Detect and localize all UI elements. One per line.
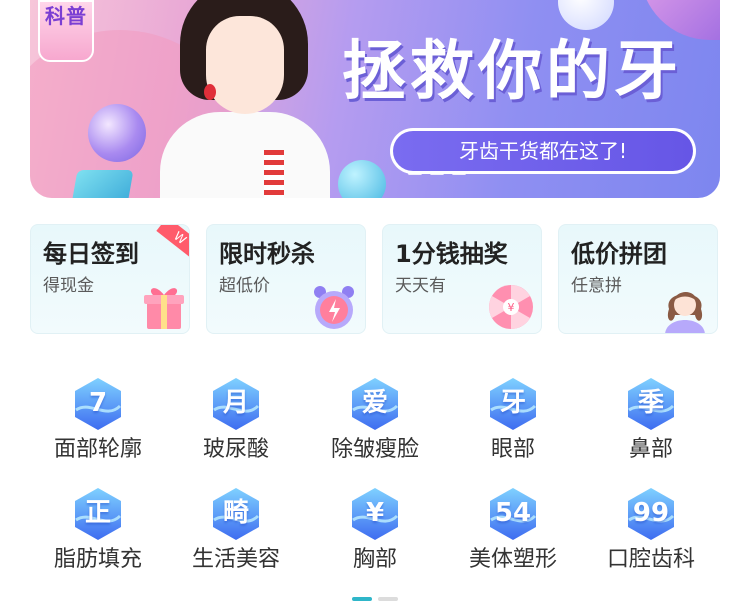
person-icon <box>665 292 705 333</box>
promo-subtitle: 得现金 <box>43 276 94 296</box>
category-icon-glyph: 爱 <box>361 388 388 418</box>
promo-subtitle: 任意拼 <box>571 276 622 296</box>
category-icon-glyph: 月 <box>222 388 249 418</box>
category-icon-glyph: 畸 <box>222 498 249 528</box>
banner-subtitle-pill[interactable]: 牙齿干货都在这了! <box>390 128 696 174</box>
category-dental[interactable]: 99 口腔齿科 <box>586 486 716 586</box>
category-life-beauty[interactable]: 畸 生活美容 <box>171 486 301 586</box>
category-label: 面部轮廓 <box>53 437 142 462</box>
category-eyes[interactable]: 牙 眼部 <box>448 376 578 476</box>
category-icon-glyph: 54 <box>494 498 532 528</box>
banner-dot <box>452 172 466 175</box>
category-icon-glyph: 99 <box>632 498 670 528</box>
banner-title: 拯救你的牙 <box>342 35 682 109</box>
category-body-shaping[interactable]: 54 美体塑形 <box>448 486 578 586</box>
new-corner-tag: W <box>156 225 189 260</box>
banner-model-earring <box>204 84 216 100</box>
tooth-icon <box>558 0 614 30</box>
promo-banner[interactable]: 科普 拯救你的牙 牙齿干货都在这了! <box>30 0 720 198</box>
category-label: 美体塑形 <box>468 547 557 572</box>
promo-subtitle: 超低价 <box>219 276 270 296</box>
category-label: 生活美容 <box>191 547 280 572</box>
promo-title: 限时秒杀 <box>219 240 315 268</box>
category-label: 眼部 <box>490 437 535 462</box>
promo-title: 每日签到 <box>43 240 139 268</box>
page-dot-active <box>352 597 372 601</box>
category-page-indicator <box>352 597 398 601</box>
category-icon-glyph: 7 <box>88 388 108 418</box>
kepu-badge: 科普 <box>38 0 94 62</box>
category-chest[interactable]: ¥ 胸部 <box>310 486 440 586</box>
promo-subtitle: 天天有 <box>395 276 446 296</box>
category-wrinkle-slim[interactable]: 爱 除皱瘦脸 <box>310 376 440 476</box>
category-hyaluronic[interactable]: 月 玻尿酸 <box>171 376 301 476</box>
category-label: 脂肪填充 <box>53 547 142 572</box>
category-icon-glyph: ¥ <box>365 498 385 528</box>
promo-card-flash-sale[interactable]: 限时秒杀 超低价 <box>206 224 366 334</box>
category-label: 玻尿酸 <box>202 437 269 462</box>
promo-card-lottery[interactable]: 1分钱抽奖 天天有 ¥ <box>382 224 542 334</box>
banner-decor-sphere <box>88 104 146 162</box>
kepu-badge-text: 科普 <box>45 4 87 28</box>
promo-card-checkin[interactable]: 每日签到 得现金 W <box>30 224 190 334</box>
category-label: 口腔齿科 <box>606 547 695 572</box>
gift-icon <box>144 288 184 329</box>
banner-decor-ball <box>338 160 386 198</box>
category-icon-glyph: 牙 <box>499 388 526 418</box>
banner-dot <box>430 172 444 175</box>
banner-model-body <box>160 112 330 198</box>
category-nose[interactable]: 季 鼻部 <box>586 376 716 476</box>
banner-subtitle: 牙齿干货都在这了! <box>393 131 693 171</box>
banner-decor-cube <box>70 170 134 198</box>
category-icon-glyph: 正 <box>84 498 111 528</box>
banner-model-shirt <box>264 150 284 198</box>
banner-dot <box>408 172 422 175</box>
category-face-contour[interactable]: 7 面部轮廓 <box>33 376 163 476</box>
svg-text:¥: ¥ <box>508 301 515 314</box>
banner-model-face <box>206 16 284 114</box>
page-dot <box>378 597 398 601</box>
category-label: 鼻部 <box>628 437 673 462</box>
banner-carousel-dots <box>408 172 466 175</box>
promo-card-group-buy[interactable]: 低价拼团 任意拼 <box>558 224 718 334</box>
category-fat-fill[interactable]: 正 脂肪填充 <box>33 486 163 586</box>
promo-title: 低价拼团 <box>571 240 667 268</box>
category-label: 胸部 <box>352 547 397 572</box>
promo-title: 1分钱抽奖 <box>395 240 508 268</box>
alarm-clock-icon <box>314 286 354 329</box>
prize-wheel-icon: ¥ <box>489 285 533 329</box>
category-label: 除皱瘦脸 <box>330 437 419 462</box>
promo-cards: 每日签到 得现金 W 限时秒杀 超低价 1分钱抽奖 天天有 ¥ 低价拼团 任意拼 <box>30 224 720 334</box>
category-icon-glyph: 季 <box>637 388 664 418</box>
